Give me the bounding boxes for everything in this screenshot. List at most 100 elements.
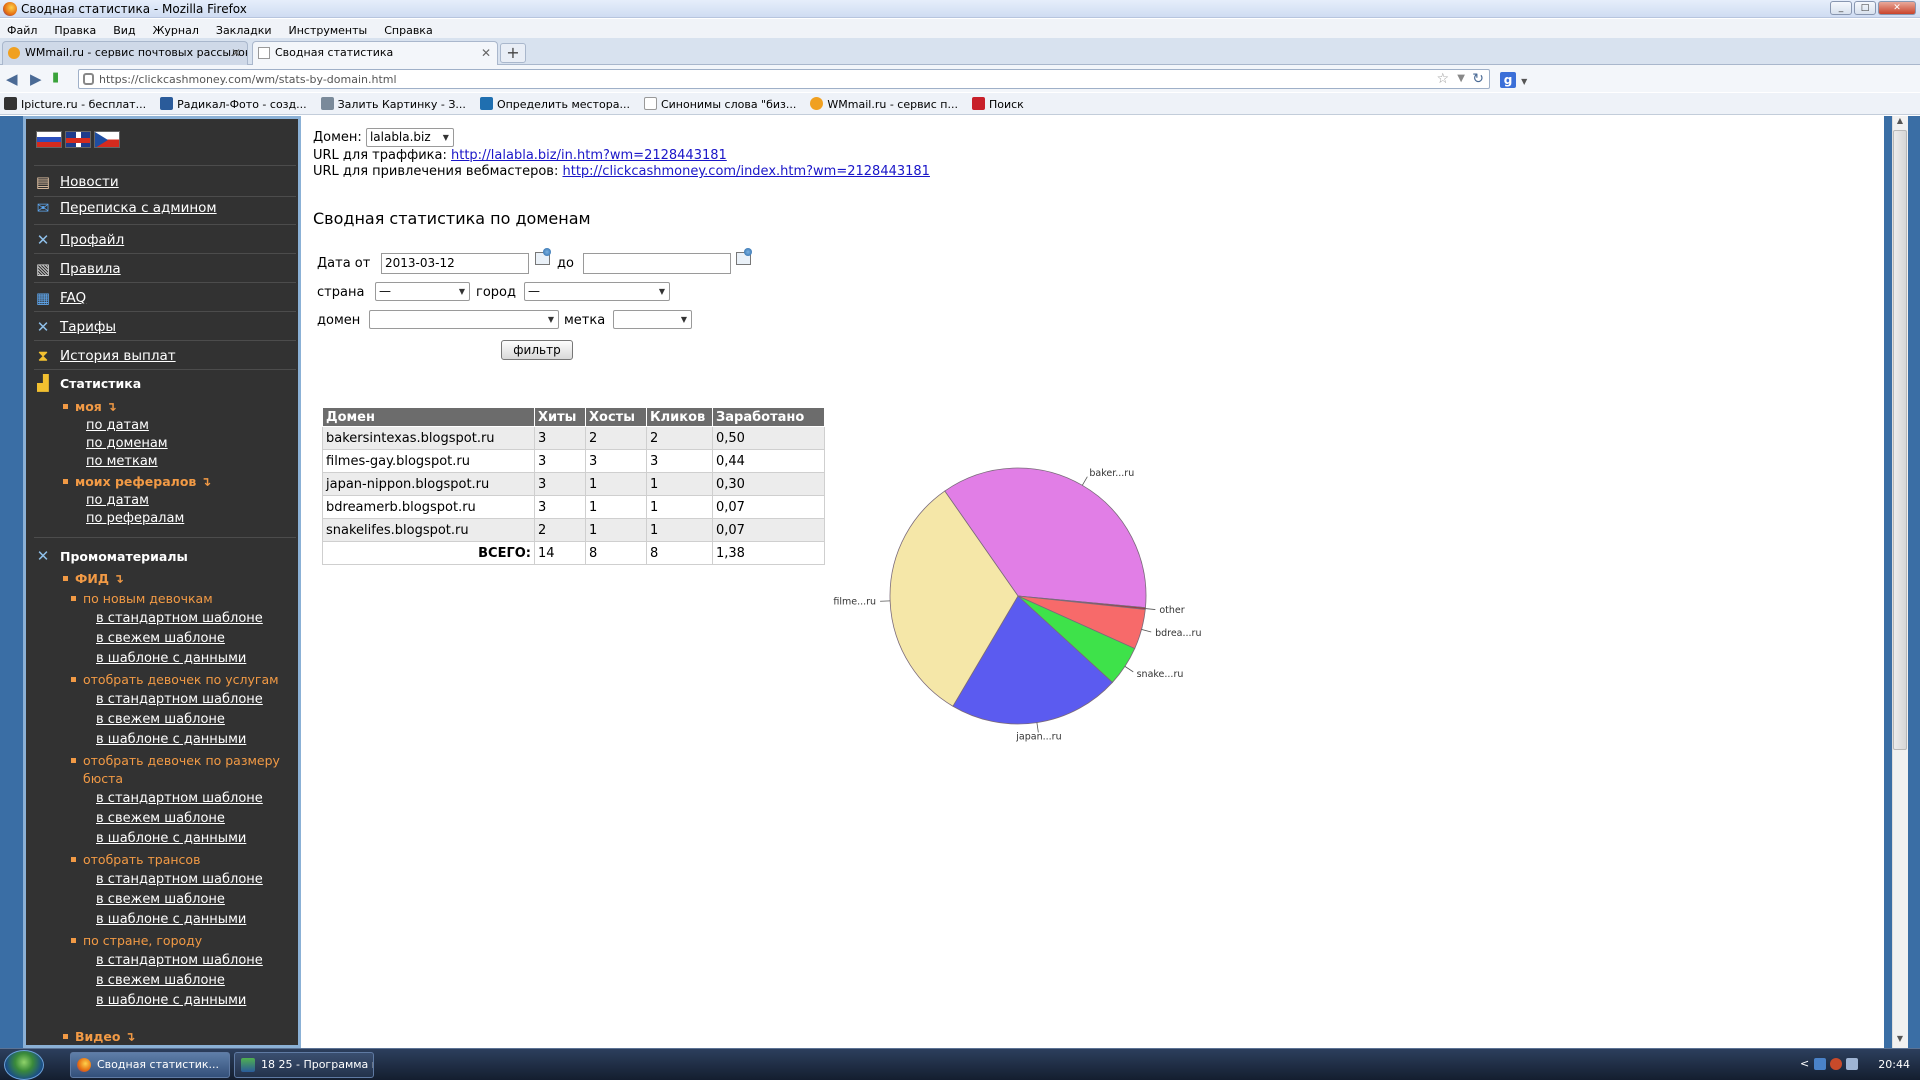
network-icon[interactable] — [1814, 1058, 1826, 1070]
czech-flag-icon[interactable] — [94, 131, 120, 148]
feed-group-by-size-line2[interactable]: бюста — [83, 771, 123, 786]
volume-icon[interactable] — [1846, 1058, 1858, 1070]
english-flag-icon[interactable] — [65, 131, 91, 148]
sidebar-item-label[interactable]: Тарифы — [60, 319, 116, 335]
sidebar-item-rules[interactable]: ▧ Правила — [34, 257, 121, 281]
feed-link-fresh-template[interactable]: в свежем шаблоне — [96, 712, 225, 727]
sidebar-promo-video[interactable]: Видео ↴ — [63, 1029, 135, 1044]
sidebar-item-label[interactable]: Правила — [60, 261, 121, 277]
filter-button[interactable]: фильтр — [501, 340, 573, 360]
bookmark-wmmail[interactable]: WMmail.ru - сервис п... — [810, 97, 968, 111]
calendar-icon[interactable] — [734, 248, 754, 266]
search-dropdown-icon[interactable]: ▼ — [1521, 77, 1527, 86]
bookmark-search[interactable]: Поиск — [971, 97, 1034, 111]
taskbar-item-tv-program[interactable]: 18 25 - Программа п... — [234, 1052, 374, 1078]
feed-link-data-template[interactable]: в шаблоне с данными — [96, 912, 246, 927]
app-tray-icon[interactable] — [1830, 1058, 1842, 1070]
feed-group-label[interactable]: отобрать девочек по услугам — [83, 672, 279, 687]
bookmark-radikal[interactable]: Радикал-Фото - созд... — [160, 97, 317, 111]
bookmark-ip-location[interactable]: Определить местора... — [479, 97, 640, 111]
russian-flag-icon[interactable] — [36, 131, 62, 148]
bookmark-star-icon[interactable]: ☆ — [1436, 71, 1449, 87]
date-to-input[interactable] — [583, 253, 731, 274]
feed-link-standard-template[interactable]: в стандартном шаблоне — [96, 791, 263, 806]
sidebar-link-my-by-tags[interactable]: по меткам — [86, 454, 158, 469]
scrollbar-thumb[interactable] — [1893, 130, 1907, 750]
webmaster-url-link[interactable]: http://clickcashmoney.com/index.htm?wm=2… — [562, 164, 929, 179]
feed-link-data-template[interactable]: в шаблоне с данными — [96, 651, 246, 666]
traffic-url-link[interactable]: http://lalabla.biz/in.htm?wm=2128443181 — [451, 148, 727, 163]
tab-close-icon[interactable]: ✕ — [231, 42, 241, 64]
feed-link-standard-template[interactable]: в стандартном шаблоне — [96, 953, 263, 968]
feed-group-new-girls[interactable]: по новым девочкам — [71, 591, 213, 606]
menu-bookmarks[interactable]: Закладки — [209, 22, 272, 37]
feed-link-data-template[interactable]: в шаблоне с данными — [96, 831, 246, 846]
feed-group-by-country[interactable]: по стране, городу — [71, 933, 202, 948]
search-engine-button[interactable]: g ▼ — [1500, 69, 1534, 89]
feed-link-data-template[interactable]: в шаблоне с данными — [96, 732, 246, 747]
menu-help[interactable]: Справка — [377, 22, 432, 37]
domain-filter-select[interactable]: ▼ — [369, 310, 559, 329]
domain-select[interactable]: lalabla.biz ▼ — [365, 128, 454, 147]
menu-view[interactable]: Вид — [106, 22, 135, 37]
menu-tools[interactable]: Инструменты — [282, 22, 368, 37]
sidebar-item-label[interactable]: FAQ — [60, 290, 86, 306]
feed-link-fresh-template[interactable]: в свежем шаблоне — [96, 631, 225, 646]
sidebar-link-my-by-domains[interactable]: по доменам — [86, 436, 168, 451]
start-button[interactable] — [4, 1050, 44, 1080]
sidebar-item-tariffs[interactable]: ✕ Тарифы — [34, 315, 116, 339]
tray-expand-icon[interactable]: < — [1800, 1057, 1809, 1070]
feed-link-standard-template[interactable]: в стандартном шаблоне — [96, 692, 263, 707]
feed-group-label[interactable]: по стране, городу — [83, 933, 202, 948]
sidebar-link-ref-by-dates[interactable]: по датам — [86, 493, 149, 508]
bookmark-zalit[interactable]: Залить Картинку - З... — [320, 97, 476, 111]
sidebar-item-label[interactable]: Профайл — [60, 232, 124, 248]
feed-group-label[interactable]: отобрать трансов — [83, 852, 200, 867]
feed-group-by-size[interactable]: отобрать девочек по размеру — [71, 753, 280, 768]
sidebar-item-label[interactable]: Новости — [60, 174, 119, 190]
feed-link-data-template[interactable]: в шаблоне с данными — [96, 993, 246, 1008]
sidebar-item-payout-history[interactable]: ⧗ История выплат — [34, 344, 176, 368]
feed-group-by-services[interactable]: отобрать девочек по услугам — [71, 672, 279, 687]
feed-link-fresh-template[interactable]: в свежем шаблоне — [96, 811, 225, 826]
sidebar-item-admin-chat[interactable]: ✉ Переписка с админом — [34, 196, 217, 220]
feed-link-fresh-template[interactable]: в свежем шаблоне — [96, 892, 225, 907]
new-tab-button[interactable]: + — [500, 43, 526, 63]
city-select[interactable]: — ▼ — [524, 282, 670, 301]
sidebar-item-news[interactable]: ▤ Новости — [34, 170, 119, 194]
reload-icon[interactable]: ↻ — [1472, 71, 1484, 87]
submenu-label[interactable]: Видео — [75, 1029, 120, 1044]
scroll-down-icon[interactable]: ▼ — [1894, 1034, 1906, 1043]
bookmark-ipicture[interactable]: Ipicture.ru - бесплат... — [4, 97, 156, 111]
sidebar-item-label[interactable]: История выплат — [60, 348, 176, 364]
menu-edit[interactable]: Правка — [47, 22, 96, 37]
forward-arrow-icon[interactable]: ▶ — [30, 70, 42, 88]
feed-link-fresh-template[interactable]: в свежем шаблоне — [96, 973, 225, 988]
scroll-up-icon[interactable]: ▲ — [1894, 116, 1906, 125]
sidebar-item-faq[interactable]: ▦ FAQ — [34, 286, 86, 310]
date-from-input[interactable]: 2013-03-12 — [381, 253, 529, 274]
tab-close-icon[interactable]: ✕ — [481, 42, 491, 64]
sidebar-item-label[interactable]: Переписка с админом — [60, 200, 217, 216]
feed-link-standard-template[interactable]: в стандартном шаблоне — [96, 872, 263, 887]
tab-wmmail[interactable]: WMmail.ru - сервис почтовых рассылок... … — [2, 41, 248, 65]
address-bar[interactable]: https://clickcashmoney.com/wm/stats-by-d… — [78, 69, 1490, 89]
menu-history[interactable]: Журнал — [146, 22, 199, 37]
maximize-button[interactable]: □ — [1854, 1, 1876, 15]
country-select[interactable]: — ▼ — [375, 282, 470, 301]
sidebar-link-ref-by-referrals[interactable]: по рефералам — [86, 511, 184, 526]
menu-file[interactable]: Файл — [0, 22, 37, 37]
feed-group-label[interactable]: отобрать девочек по размеру — [83, 753, 280, 768]
feed-link-standard-template[interactable]: в стандартном шаблоне — [96, 611, 263, 626]
tag-select[interactable]: ▼ — [613, 310, 692, 329]
sidebar-link-my-by-dates[interactable]: по датам — [86, 418, 149, 433]
tab-stats[interactable]: Сводная статистика ✕ — [252, 41, 498, 66]
close-window-button[interactable]: ✕ — [1878, 1, 1916, 15]
minimize-button[interactable]: _ — [1830, 1, 1852, 15]
calendar-icon[interactable] — [533, 248, 553, 266]
taskbar-item-firefox[interactable]: Сводная статистик... — [70, 1052, 230, 1078]
history-dropdown-icon[interactable]: ▼ — [1457, 73, 1465, 84]
feed-group-label[interactable]: по новым девочкам — [83, 591, 213, 606]
sidebar-item-profile[interactable]: ✕ Профайл — [34, 228, 125, 252]
back-arrow-icon[interactable]: ◀ — [6, 70, 18, 88]
